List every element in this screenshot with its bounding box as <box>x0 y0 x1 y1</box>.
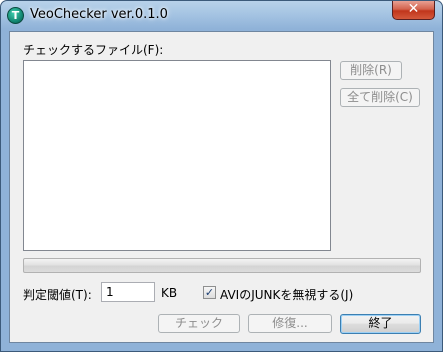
threshold-label: 判定閾値(T): <box>23 288 92 302</box>
threshold-input[interactable]: 1 <box>101 282 155 302</box>
exit-button[interactable]: 終了 <box>340 314 421 334</box>
app-window: T VeoChecker ver.0.1.0 ✕ チェックするファイル(F): … <box>0 0 443 352</box>
title-bar[interactable]: T VeoChecker ver.0.1.0 ✕ <box>1 1 442 29</box>
window-title: VeoChecker ver.0.1.0 <box>30 7 168 22</box>
check-button[interactable]: チェック <box>158 314 240 333</box>
file-list-label: チェックするファイル(F): <box>23 43 164 57</box>
delete-button[interactable]: 削除(R) <box>340 61 402 80</box>
close-button[interactable]: ✕ <box>392 1 435 20</box>
checkmark-icon: ✓ <box>204 286 215 299</box>
progress-bar <box>23 258 421 273</box>
ignore-avi-junk-label[interactable]: AVIのJUNKを無視する(J) <box>220 286 353 303</box>
app-icon[interactable]: T <box>7 7 24 24</box>
repair-button[interactable]: 修復... <box>248 314 332 333</box>
threshold-unit: KB <box>161 286 178 300</box>
close-icon: ✕ <box>407 1 420 17</box>
delete-all-button[interactable]: 全て削除(C) <box>340 88 420 107</box>
file-listbox[interactable] <box>23 60 331 251</box>
dialog-client-area: チェックするファイル(F): 削除(R) 全て削除(C) 判定閾値(T): 1 … <box>9 31 434 343</box>
ignore-avi-junk-checkbox[interactable]: ✓ <box>203 286 216 299</box>
